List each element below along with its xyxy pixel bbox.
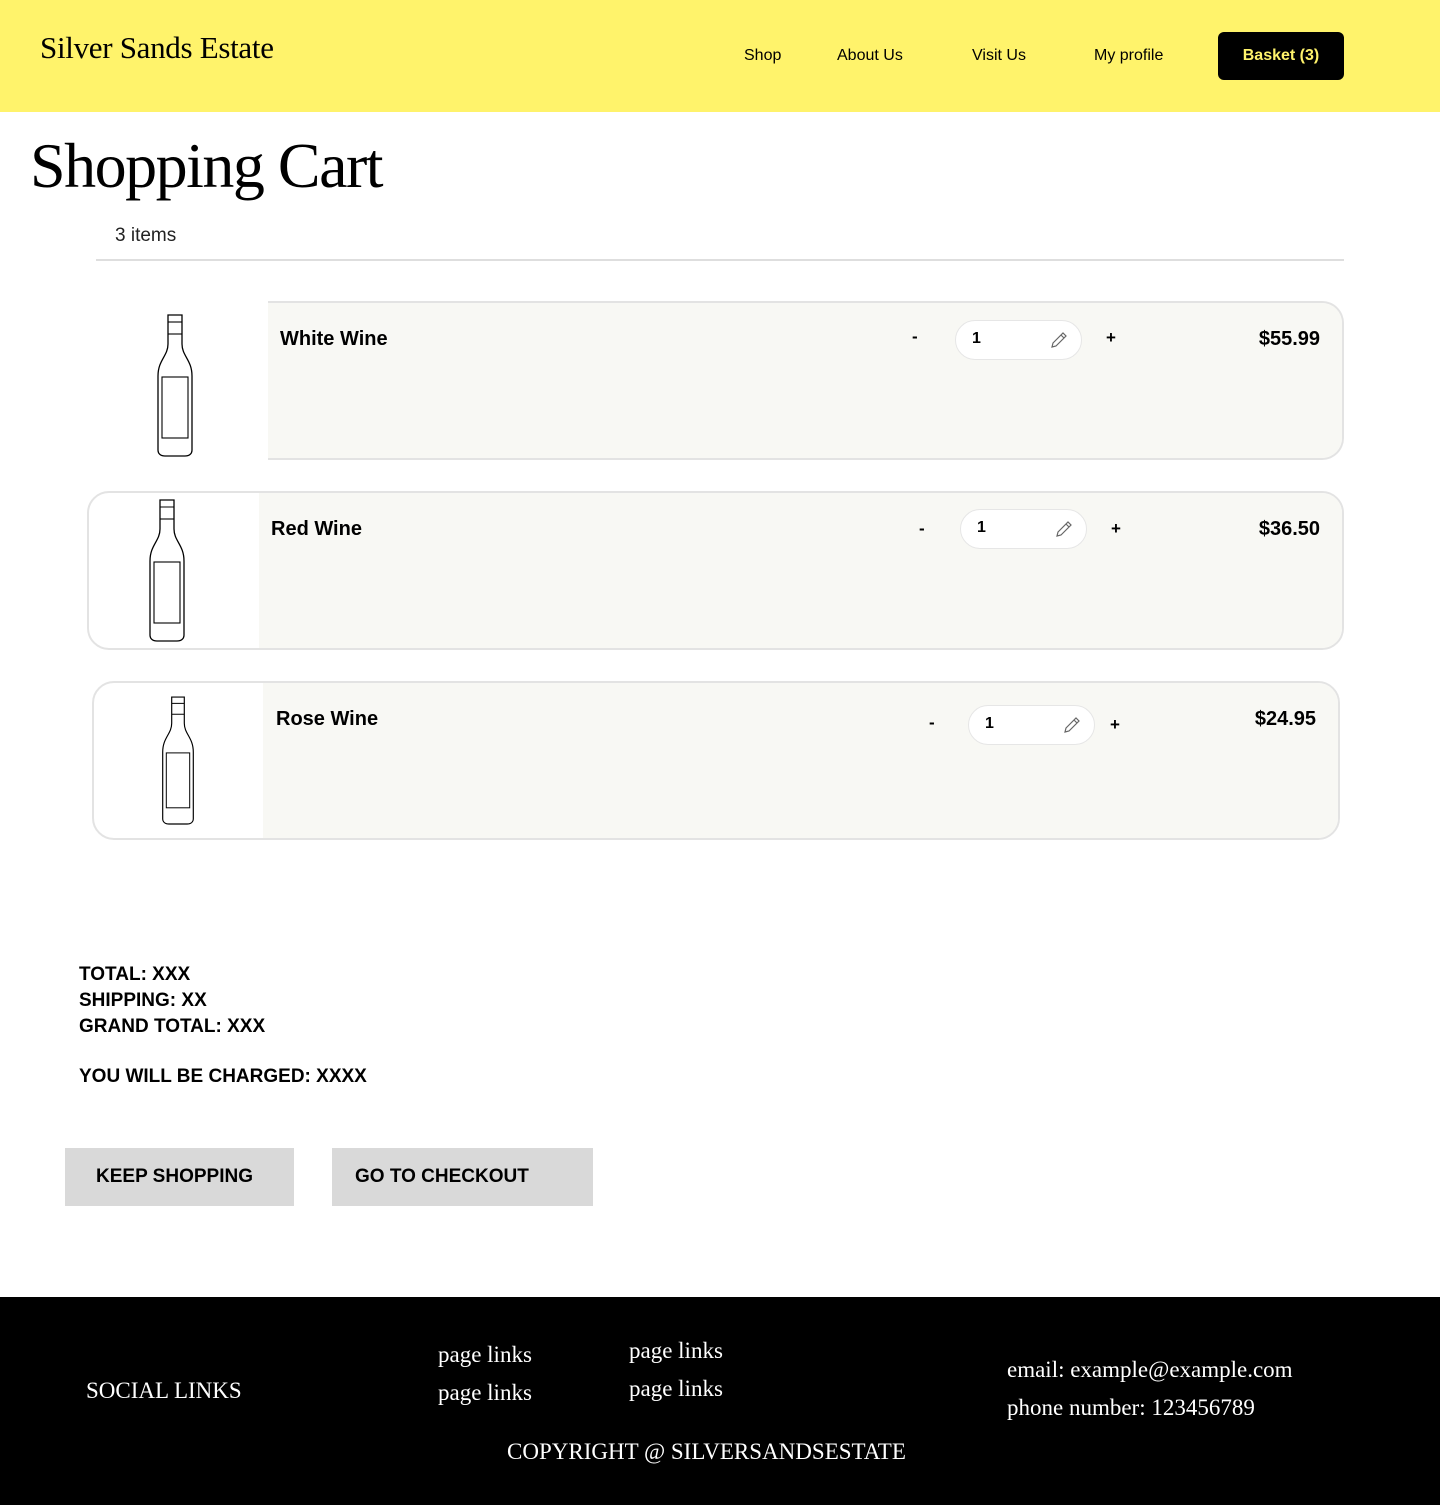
quantity-input[interactable]: 1 — [968, 705, 1095, 745]
pencil-icon[interactable] — [1054, 519, 1074, 539]
nav-visit-us[interactable]: Visit Us — [972, 46, 1026, 66]
pencil-icon[interactable] — [1062, 715, 1082, 735]
wine-bottle-icon — [162, 696, 194, 825]
cart-item-panel — [263, 683, 1338, 838]
divider — [96, 259, 1344, 261]
nav-shop[interactable]: Shop — [744, 46, 781, 66]
increase-quantity-button[interactable]: + — [1110, 715, 1120, 735]
cart-item-red-wine: Red Wine - 1 + $36.50 — [87, 491, 1344, 650]
brand-logo[interactable]: Silver Sands Estate — [40, 30, 274, 66]
charged-line: YOU WILL BE CHARGED: XXXX — [79, 1066, 367, 1087]
footer-email: email: example@example.com — [1007, 1357, 1293, 1382]
footer-page-link[interactable]: page links — [438, 1379, 532, 1407]
wine-bottle-icon — [157, 314, 193, 457]
social-links[interactable]: SOCIAL LINKS — [86, 1377, 242, 1405]
footer-page-link[interactable]: page links — [629, 1337, 723, 1365]
shipping-line: SHIPPING: XX — [79, 990, 207, 1011]
quantity-value: 1 — [972, 330, 981, 347]
quantity-value: 1 — [985, 715, 994, 732]
footer-page-link[interactable]: page links — [438, 1341, 532, 1369]
grand-total-line: GRAND TOTAL: XXX — [79, 1016, 266, 1037]
quantity-input[interactable]: 1 — [960, 509, 1087, 549]
item-name: White Wine — [280, 328, 388, 350]
pencil-icon[interactable] — [1049, 330, 1069, 350]
go-to-checkout-button[interactable]: GO TO CHECKOUT — [332, 1148, 593, 1206]
item-name: Red Wine — [271, 518, 362, 540]
quantity-value: 1 — [977, 519, 986, 536]
cart-item-panel — [259, 493, 1342, 648]
cart-item-white-wine: White Wine - 1 + $55.99 — [268, 301, 1344, 460]
nav-about-us[interactable]: About Us — [837, 46, 903, 66]
cart-item-rose-wine: Rose Wine - 1 + $24.95 — [92, 681, 1340, 840]
order-summary: TOTAL: XXX SHIPPING: XX GRAND TOTAL: XXX — [79, 962, 265, 1040]
footer-phone: phone number: 123456789 — [1007, 1395, 1255, 1420]
item-count: 3 items — [115, 225, 177, 246]
keep-shopping-button[interactable]: KEEP SHOPPING — [65, 1148, 294, 1206]
page-title: Shopping Cart — [30, 130, 384, 201]
increase-quantity-button[interactable]: + — [1106, 328, 1116, 348]
item-name: Rose Wine — [276, 708, 379, 730]
site-header: Silver Sands Estate Shop About Us Visit … — [0, 0, 1440, 112]
decrease-quantity-button[interactable]: - — [929, 713, 935, 733]
cart-item-panel — [268, 303, 1342, 458]
nav-my-profile[interactable]: My profile — [1094, 46, 1163, 66]
decrease-quantity-button[interactable]: - — [919, 519, 925, 539]
increase-quantity-button[interactable]: + — [1111, 519, 1121, 539]
wine-bottle-icon — [149, 499, 185, 642]
quantity-input[interactable]: 1 — [955, 320, 1082, 360]
site-footer: SOCIAL LINKS page links page links page … — [0, 1297, 1440, 1505]
item-price: $55.99 — [1258, 328, 1320, 350]
basket-button[interactable]: Basket (3) — [1218, 32, 1344, 80]
item-price: $24.95 — [1254, 708, 1316, 730]
footer-copyright: COPYRIGHT @ SILVERSANDSESTATE — [507, 1439, 906, 1464]
footer-page-link[interactable]: page links — [629, 1375, 723, 1403]
total-line: TOTAL: XXX — [79, 964, 191, 985]
decrease-quantity-button[interactable]: - — [912, 327, 918, 347]
item-price: $36.50 — [1258, 518, 1320, 540]
